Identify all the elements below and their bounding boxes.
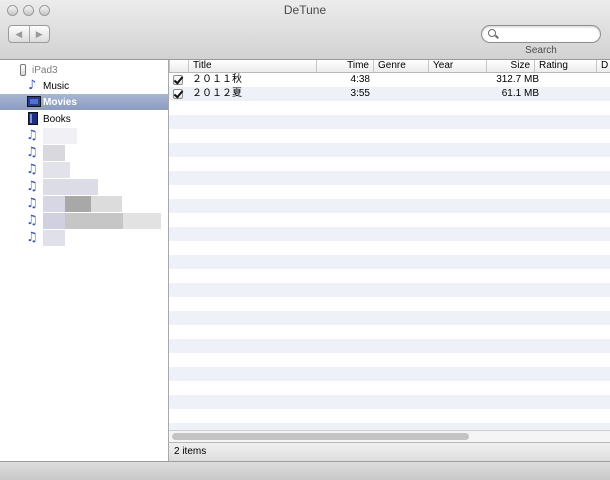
- sidebar-item-books[interactable]: Books: [0, 111, 168, 127]
- sidebar-playlist-1[interactable]: ♫: [0, 128, 168, 144]
- horizontal-scrollbar[interactable]: [169, 430, 610, 442]
- empty-row: [169, 395, 610, 409]
- sidebar-device-ipad3[interactable]: iPad3: [0, 62, 168, 78]
- playlist-icon: ♫: [26, 128, 38, 143]
- sidebar-device-label: iPad3: [32, 64, 58, 76]
- row-rating: [538, 87, 592, 101]
- movie-icon: [27, 96, 41, 107]
- empty-row: [169, 409, 610, 423]
- sidebar-item-label: Books: [43, 113, 71, 125]
- playlist-icon: ♫: [26, 145, 38, 160]
- row-size: 312.7 MB: [496, 74, 539, 85]
- sidebar-playlist-7[interactable]: ♫: [0, 230, 168, 246]
- sidebar-item-label: Music: [43, 80, 70, 92]
- blurred-playlist-name: [43, 162, 70, 178]
- table-row[interactable]: ２０１１秋 4:38 312.7 MB: [169, 73, 610, 87]
- empty-row: [169, 381, 610, 395]
- empty-row: [169, 283, 610, 297]
- empty-row: [169, 311, 610, 325]
- sidebar: iPad3 ♪ Music Movies Books ♫ ♫ ♫ ♫ ♫ ♫ ♫: [0, 60, 169, 461]
- blurred-playlist-name: [43, 213, 161, 229]
- empty-row: [169, 185, 610, 199]
- row-title: ２０１１秋: [192, 74, 242, 85]
- sidebar-playlist-6[interactable]: ♫: [0, 213, 168, 229]
- blurred-playlist-name: [43, 230, 65, 246]
- empty-row: [169, 129, 610, 143]
- row-genre: [377, 87, 425, 101]
- sidebar-playlist-5[interactable]: ♫: [0, 196, 168, 212]
- empty-row: [169, 255, 610, 269]
- search-input[interactable]: [481, 25, 601, 43]
- forward-arrow-icon[interactable]: ▶: [30, 26, 50, 42]
- blurred-playlist-name: [43, 145, 65, 161]
- window-bottom-bar: [0, 461, 610, 480]
- row-genre: [377, 73, 425, 87]
- items-count: 2 items: [174, 446, 207, 457]
- table-row[interactable]: ２０１２夏 3:55 61.1 MB: [169, 87, 610, 101]
- empty-row: [169, 157, 610, 171]
- column-header-rating[interactable]: Rating: [534, 60, 596, 72]
- blurred-playlist-name: [43, 196, 122, 212]
- empty-row: [169, 199, 610, 213]
- row-checkbox[interactable]: [173, 75, 183, 85]
- playlist-icon: ♫: [26, 162, 38, 177]
- playlist-icon: ♫: [26, 179, 38, 194]
- row-checkbox[interactable]: [173, 89, 183, 99]
- column-header-genre[interactable]: Genre: [373, 60, 428, 72]
- status-bar: 2 items: [169, 442, 610, 461]
- row-rating: [538, 73, 592, 87]
- empty-row: [169, 227, 610, 241]
- empty-row: [169, 241, 610, 255]
- playlist-icon: ♫: [26, 230, 38, 245]
- empty-row: [169, 339, 610, 353]
- empty-row: [169, 353, 610, 367]
- window-titlebar: DeTune ◀ ▶ Search: [0, 0, 610, 60]
- column-header-more[interactable]: D: [596, 60, 610, 72]
- empty-row: [169, 101, 610, 115]
- sidebar-playlist-2[interactable]: ♫: [0, 145, 168, 161]
- sidebar-playlist-4[interactable]: ♫: [0, 179, 168, 195]
- search-icon: [488, 29, 496, 37]
- empty-row: [169, 325, 610, 339]
- empty-row: [169, 297, 610, 311]
- column-header-title[interactable]: Title: [188, 60, 316, 72]
- empty-row: [169, 115, 610, 129]
- empty-row: [169, 269, 610, 283]
- window-title: DeTune: [283, 3, 327, 17]
- playlist-icon: ♫: [26, 213, 38, 228]
- music-note-icon: ♪: [28, 78, 37, 93]
- column-header-size[interactable]: Size: [486, 60, 534, 72]
- ipad-device-icon: [20, 64, 26, 76]
- navigation-segmented-control: ◀ ▶: [8, 25, 50, 43]
- empty-row: [169, 143, 610, 157]
- media-list: Title Time Genre Year Size Rating D ２０１１…: [169, 60, 610, 442]
- column-header-check[interactable]: [169, 60, 188, 72]
- column-header-year[interactable]: Year: [428, 60, 486, 72]
- row-time: 3:55: [350, 88, 370, 99]
- back-arrow-icon[interactable]: ◀: [9, 26, 30, 42]
- search-label: Search: [525, 45, 557, 56]
- row-title: ２０１２夏: [192, 88, 242, 99]
- sidebar-playlist-3[interactable]: ♫: [0, 162, 168, 178]
- empty-row: [169, 171, 610, 185]
- empty-row: [169, 367, 610, 381]
- table-header: Title Time Genre Year Size Rating D: [169, 60, 610, 73]
- sidebar-item-label: Movies: [43, 96, 77, 108]
- row-time: 4:38: [350, 74, 370, 85]
- row-size: 61.1 MB: [501, 88, 539, 99]
- sidebar-item-music[interactable]: ♪ Music: [0, 78, 168, 94]
- book-icon: [28, 112, 38, 125]
- playlist-icon: ♫: [26, 196, 38, 211]
- sidebar-item-movies[interactable]: Movies: [0, 94, 168, 110]
- empty-row: [169, 213, 610, 227]
- blurred-playlist-name: [43, 179, 98, 195]
- scrollbar-thumb[interactable]: [172, 433, 469, 440]
- blurred-playlist-name: [43, 128, 77, 144]
- column-header-time[interactable]: Time: [316, 60, 373, 72]
